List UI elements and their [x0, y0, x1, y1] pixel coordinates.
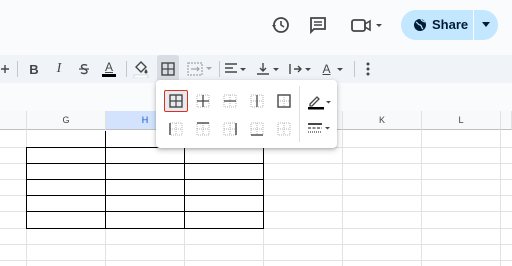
history-icon[interactable]: [268, 13, 292, 37]
inner-borders-option[interactable]: [191, 90, 215, 112]
vertical-borders-option[interactable]: [245, 90, 269, 112]
vertical-borders-icon: [250, 94, 264, 108]
border-style-button[interactable]: [305, 118, 333, 140]
share-divider: [473, 10, 474, 40]
strikethrough-icon[interactable]: [76, 55, 92, 83]
text-color-swatch: [102, 74, 116, 77]
share-button[interactable]: Share: [401, 10, 498, 40]
outer-borders-option[interactable]: [272, 90, 296, 112]
top-border-option[interactable]: [191, 118, 215, 140]
share-label: Share: [432, 17, 469, 32]
toolbar-divider: [219, 61, 220, 77]
all-borders-icon: [169, 94, 183, 108]
border-color-button[interactable]: [305, 90, 333, 112]
outer-borders-icon: [277, 94, 291, 108]
border-style-icon: [308, 123, 330, 133]
borders-icon: [161, 62, 175, 76]
clear-borders-option[interactable]: [272, 118, 296, 140]
toolbar-divider: [17, 61, 18, 77]
right-border-option[interactable]: [218, 118, 242, 140]
left-border-icon: [169, 122, 183, 136]
chevron-down-icon[interactable]: [481, 22, 491, 28]
horizontal-borders-option[interactable]: [218, 90, 242, 112]
column-header-blank[interactable]: [0, 111, 27, 130]
column-header-m[interactable]: [501, 111, 512, 130]
all-borders-option[interactable]: [164, 90, 188, 112]
column-header-k[interactable]: K: [343, 111, 422, 130]
meet-icon[interactable]: [350, 13, 384, 37]
column-header-g[interactable]: G: [27, 111, 106, 130]
fill-color-icon[interactable]: [133, 55, 149, 83]
left-border-option[interactable]: [164, 118, 188, 140]
top-border-icon: [196, 122, 210, 136]
merge-cells-icon[interactable]: [186, 55, 214, 83]
column-header-l[interactable]: L: [422, 111, 501, 130]
vertical-align-icon[interactable]: [256, 55, 282, 83]
menu-divider: [299, 86, 300, 142]
top-bar: Share: [0, 0, 512, 52]
text-rotation-icon[interactable]: A: [320, 55, 348, 83]
formatting-toolbar: B I A A: [0, 55, 512, 83]
more-icon[interactable]: [362, 55, 374, 83]
right-border-icon: [223, 122, 237, 136]
bottom-border-icon: [250, 122, 264, 136]
text-color-icon[interactable]: A: [100, 55, 118, 83]
text-color-label: A: [104, 60, 113, 74]
text-rotation-label: A: [322, 62, 331, 76]
borders-button[interactable]: [157, 55, 179, 83]
text-wrap-icon[interactable]: [288, 55, 314, 83]
globe-icon: [414, 18, 426, 31]
plus-icon[interactable]: [0, 55, 10, 83]
inner-borders-icon: [196, 94, 210, 108]
bottom-border-option[interactable]: [245, 118, 269, 140]
italic-button[interactable]: I: [51, 55, 67, 83]
horizontal-align-icon[interactable]: [224, 55, 250, 83]
borders-menu: [156, 80, 337, 148]
comment-icon[interactable]: [306, 13, 330, 37]
border-color-icon: [308, 96, 331, 110]
horizontal-borders-icon: [223, 94, 237, 108]
toolbar-divider: [354, 61, 355, 77]
toolbar-divider: [126, 61, 127, 77]
clear-borders-icon: [277, 122, 291, 136]
bold-button[interactable]: B: [26, 55, 42, 83]
